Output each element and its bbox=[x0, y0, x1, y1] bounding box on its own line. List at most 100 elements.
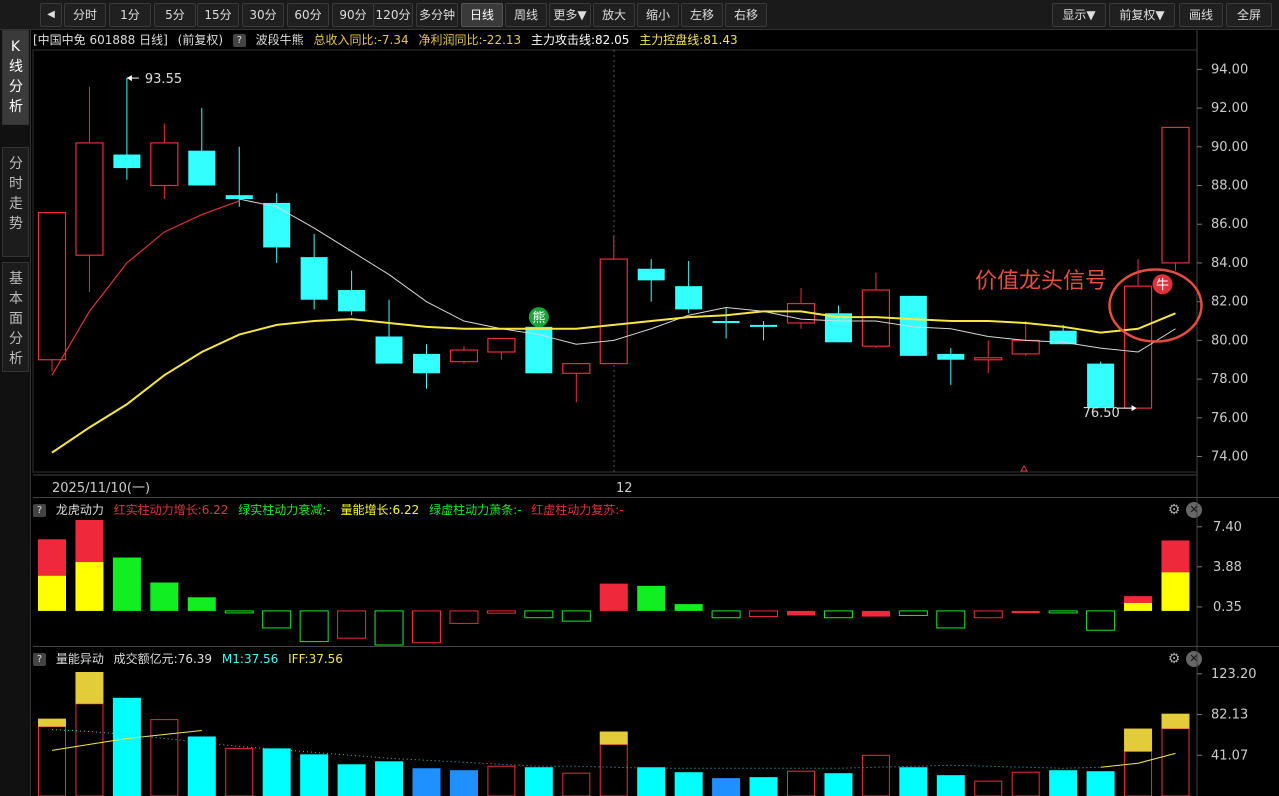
gear-icon[interactable]: ⚙ bbox=[1166, 651, 1182, 667]
close-icon[interactable]: ✕ bbox=[1186, 651, 1202, 667]
volume-bar-cyan bbox=[112, 697, 141, 796]
profit-yoy: 净利润同比:-22.13 bbox=[418, 33, 522, 47]
dragon-bar-yellow bbox=[1161, 572, 1190, 611]
toolbar-button-10[interactable]: 周线 bbox=[505, 3, 547, 27]
toolbar-button-7[interactable]: 120分 bbox=[373, 3, 413, 27]
low-marker-arrow bbox=[1131, 405, 1137, 412]
candle-body bbox=[150, 142, 179, 187]
toolbar-right-button-0[interactable]: 显示▼ bbox=[1052, 3, 1106, 27]
control-line-value: 主力控盘线:81.43 bbox=[639, 33, 738, 47]
dragon-panel-header: ? 龙虎动力 红实柱动力增长:6.22 绿实柱动力衰减:- 量能增长:6.22 … bbox=[33, 500, 630, 520]
sidebar-tab-2[interactable]: 基本面分析 bbox=[2, 262, 29, 372]
volume-bar-cyan bbox=[300, 754, 329, 796]
toolbar-right-button-1[interactable]: 前复权▼ bbox=[1109, 3, 1175, 27]
candle-body bbox=[861, 289, 891, 347]
toolbar-button-1[interactable]: 1分 bbox=[109, 3, 151, 27]
toolbar-button-3[interactable]: 15分 bbox=[197, 3, 239, 27]
candle-body bbox=[338, 290, 366, 312]
toolbar-button-13[interactable]: 缩小 bbox=[637, 3, 679, 27]
toolbar-button-14[interactable]: 左移 bbox=[681, 3, 723, 27]
toolbar-button-6[interactable]: 90分 bbox=[332, 3, 374, 27]
candle-body bbox=[750, 324, 778, 327]
gear-icon[interactable]: ⚙ bbox=[1166, 502, 1182, 518]
y-tick-label: 82.00 bbox=[1211, 295, 1248, 310]
volume-bar-cyan bbox=[1086, 771, 1115, 796]
chart-canvas: 94.00 92.00 90.00 88.00 86.00 84.00 82.00 80.00… bbox=[32, 30, 1257, 796]
attack-line-value: 主力攻击线:82.05 bbox=[531, 33, 630, 47]
volume-bar-red-hollow bbox=[150, 719, 179, 796]
volume-m1-tail bbox=[1100, 752, 1176, 768]
toolbar-button-5[interactable]: 60分 bbox=[287, 3, 329, 27]
toolbar-button-11[interactable]: 更多▼ bbox=[549, 3, 591, 27]
candle-body bbox=[712, 321, 740, 324]
sidebar-tab-0[interactable]: K线分析 bbox=[2, 30, 29, 125]
volume-bar-cyan bbox=[936, 775, 965, 796]
help-icon[interactable]: ? bbox=[33, 653, 46, 666]
toolbar-button-8[interactable]: 多分钟 bbox=[416, 3, 458, 27]
volume-bar-yellow-cap bbox=[38, 718, 66, 727]
panel-divider[interactable] bbox=[33, 497, 1279, 498]
iff-value: IFF:37.56 bbox=[288, 652, 343, 666]
volume-bar-red-hollow bbox=[487, 765, 516, 796]
help-icon[interactable]: ? bbox=[33, 504, 46, 517]
red-solid-growth: 红实柱动力增长:6.22 bbox=[113, 503, 229, 517]
volume-bar-red-hollow bbox=[599, 743, 628, 796]
toolbar-button-15[interactable]: 右移 bbox=[725, 3, 767, 27]
help-icon[interactable]: ? bbox=[232, 34, 246, 47]
y-tick-label: 41.07 bbox=[1211, 748, 1248, 763]
dragon-bar-red bbox=[787, 610, 815, 616]
back-arrow-icon[interactable]: ◀ bbox=[40, 3, 62, 27]
toolbar-button-0[interactable]: 分时 bbox=[64, 3, 106, 27]
toolbar-button-12[interactable]: 放大 bbox=[593, 3, 635, 27]
toolbar-right-button-2[interactable]: 画线 bbox=[1179, 3, 1223, 27]
volume-bar-red-hollow bbox=[225, 747, 254, 796]
dragon-bar-red-hollow bbox=[973, 610, 1003, 619]
high-price-label: 93.55 bbox=[145, 72, 182, 87]
sidebar-tab-1[interactable]: 分时走势 bbox=[2, 147, 29, 257]
volume-bar-red-hollow bbox=[38, 726, 66, 796]
toolbar-right-button-3[interactable]: 全屏 bbox=[1226, 3, 1272, 27]
green-hollow-slump: 绿虚柱动力萧条:- bbox=[429, 503, 522, 517]
volume-bar-yellow-cap bbox=[1161, 713, 1190, 729]
close-icon[interactable]: ✕ bbox=[1186, 502, 1202, 518]
turnover-value: 成交额亿元:76.39 bbox=[113, 652, 213, 666]
high-marker-arrow bbox=[126, 75, 132, 82]
candle-body bbox=[824, 313, 852, 343]
y-tick-label: 90.00 bbox=[1211, 140, 1248, 155]
candle-body bbox=[188, 150, 216, 186]
dragon-bar-red-hollow bbox=[486, 610, 516, 614]
volume-bar-cyan bbox=[749, 777, 778, 796]
volume-bar-red-hollow bbox=[1011, 771, 1040, 796]
volume-bar-cyan bbox=[1049, 770, 1078, 796]
triangle-marker bbox=[1020, 465, 1028, 472]
candle-body bbox=[375, 336, 403, 364]
toolbar-button-2[interactable]: 5分 bbox=[154, 3, 196, 27]
candle-body bbox=[899, 295, 927, 356]
volume-bar-red-hollow bbox=[974, 780, 1003, 796]
toolbar-button-4[interactable]: 30分 bbox=[242, 3, 284, 27]
app-window: ◀ 分时 1分 5分 15分 30分 60分 90分 120分 多分钟 日线 周线 更多▼ 放大 缩小 左移右… bbox=[0, 0, 1279, 796]
dragon-bar-red-hollow bbox=[337, 610, 367, 639]
volume-bar-yellow-cap bbox=[599, 731, 628, 745]
candle-body bbox=[525, 326, 553, 374]
volume-bar-yellow-cap bbox=[75, 672, 104, 704]
dragon-bar-green-hollow bbox=[898, 610, 928, 616]
date-label: 12 bbox=[616, 481, 633, 496]
dragon-bar-red-hollow bbox=[449, 610, 479, 624]
green-solid-decline: 绿实柱动力衰减:- bbox=[238, 503, 331, 517]
toolbar-button-9[interactable]: 日线 bbox=[461, 3, 503, 27]
volume-iff-line bbox=[51, 729, 1176, 769]
dragon-bar-green bbox=[187, 597, 216, 611]
y-tick-label: 3.88 bbox=[1213, 560, 1242, 575]
dragon-bar-yellow bbox=[1124, 602, 1153, 611]
dragon-bar-green-hollow bbox=[561, 610, 591, 622]
dragon-bar-red bbox=[1124, 596, 1153, 603]
volume-bar-cyan bbox=[674, 772, 703, 796]
panel-divider[interactable] bbox=[33, 646, 1279, 647]
dragon-bar-red bbox=[1161, 540, 1190, 573]
m1-value: M1:37.56 bbox=[221, 652, 279, 666]
candle-body bbox=[637, 268, 665, 281]
y-tick-label: 76.00 bbox=[1211, 411, 1248, 426]
dragon-bar-red bbox=[861, 610, 890, 617]
dragon-bar-red bbox=[75, 520, 104, 563]
